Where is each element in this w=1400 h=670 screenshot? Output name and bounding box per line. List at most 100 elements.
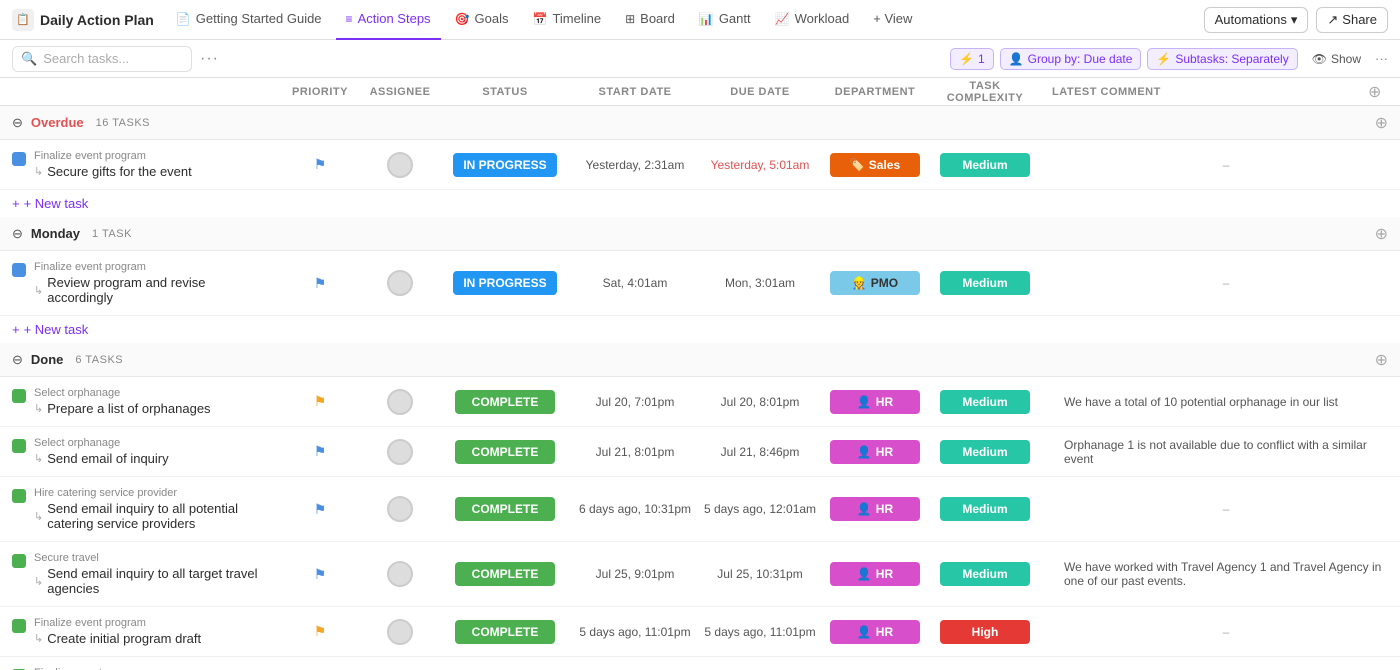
table-row: Finalize event program ↳ Coordinate perf… [0,657,1400,670]
task-status[interactable]: COMPLETE [440,562,570,586]
toolbar-more-icon[interactable]: ··· [200,50,219,68]
tab-workload[interactable]: 📈 Workload [765,0,860,40]
task-checkbox[interactable] [12,489,26,503]
section-toggle-monday[interactable]: ⊖ [12,226,23,242]
section-add-overdue[interactable]: ⊕ [1375,113,1388,133]
section-add-done[interactable]: ⊕ [1375,350,1388,370]
new-task-monday[interactable]: + + New task [0,316,1400,343]
comment-text: – [1052,625,1400,639]
due-date-text: Mon, 3:01am [725,276,795,290]
task-status[interactable]: COMPLETE [440,620,570,644]
col-header-priority: Priority [280,86,360,98]
table-row: Select orphanage ↳ Send email of inquiry… [0,427,1400,477]
col-header-latest-comment: Latest Comment [1040,86,1368,98]
task-checkbox[interactable] [12,439,26,453]
priority-flag-icon: ⚑ [314,443,327,460]
tab-getting-started[interactable]: 📄 Getting Started Guide [166,0,332,40]
section-toggle-overdue[interactable]: ⊖ [12,115,23,131]
section-title-monday: Monday [31,226,80,241]
task-parent-label: Finalize event program [34,617,268,629]
col-header-start-date: Start Date [570,86,700,98]
automations-button[interactable]: Automations ▾ [1204,7,1309,33]
tab-action-steps[interactable]: ≡ Action Steps [336,0,441,40]
task-due-date: Jul 25, 10:31pm [700,567,820,581]
toolbar-end-more-icon[interactable]: ··· [1375,51,1388,66]
section-toggle-done[interactable]: ⊖ [12,352,23,368]
task-status[interactable]: COMPLETE [440,440,570,464]
task-status[interactable]: IN PROGRESS [440,271,570,295]
department-badge: 👷 PMO [830,271,920,295]
eye-icon: 👁 [1312,52,1327,66]
task-checkbox[interactable] [12,389,26,403]
task-priority: ⚑ [280,393,360,410]
task-assignee [360,270,440,296]
task-checkbox[interactable] [12,554,26,568]
task-priority: ⚑ [280,156,360,173]
task-status[interactable]: IN PROGRESS [440,153,570,177]
task-text: Select orphanage ↳ Prepare a list of orp… [34,387,268,416]
task-comment: Orphanage 1 is not available due to conf… [1040,438,1400,466]
search-box[interactable]: 🔍 Search tasks... [12,46,192,72]
task-complexity: Medium [930,153,1040,177]
task-left: Finalize event program ↳ Coordinate perf… [0,661,280,670]
priority-flag-icon: ⚑ [314,623,327,640]
priority-flag-icon: ⚑ [314,275,327,292]
share-button[interactable]: ↗ Share [1316,7,1388,33]
task-checkbox[interactable] [12,152,26,166]
tab-goals[interactable]: 🎯 Goals [445,0,519,40]
task-checkbox[interactable] [12,619,26,633]
task-start-date: Jul 20, 7:01pm [570,395,700,409]
complexity-badge: Medium [940,440,1030,464]
tab-gantt[interactable]: 📊 Gantt [689,0,761,40]
avatar [387,439,413,465]
add-column-icon[interactable]: ⊕ [1368,84,1381,101]
tab-timeline[interactable]: 📅 Timeline [522,0,611,40]
board-icon: ⊞ [625,12,635,26]
task-comment: We have a total of 10 potential orphanag… [1040,395,1400,409]
filter-icon: ⚡ [959,52,974,66]
share-label: Share [1342,12,1377,27]
top-nav: 📋 Daily Action Plan 📄 Getting Started Gu… [0,0,1400,40]
status-badge: COMPLETE [455,390,555,414]
tab-getting-started-label: Getting Started Guide [196,11,322,26]
task-assignee [360,496,440,522]
task-department: 👤 HR [820,390,930,414]
col-header-assignee: Assignee [360,86,440,98]
group-by-button[interactable]: 👤 Group by: Due date [1000,48,1142,70]
task-text: Finalize event program ↳ Review program … [34,261,268,305]
section-add-monday[interactable]: ⊕ [1375,224,1388,244]
task-checkbox[interactable] [12,263,26,277]
task-start-date: Yesterday, 2:31am [570,158,700,172]
col-header-task-complexity: Task Complexity [930,80,1040,104]
search-placeholder: Search tasks... [43,51,129,66]
task-due-date: Jul 20, 8:01pm [700,395,820,409]
status-badge: COMPLETE [455,620,555,644]
subtask-icon: ↳ [34,632,43,645]
tab-board[interactable]: ⊞ Board [615,0,685,40]
task-priority: ⚑ [280,275,360,292]
task-left: Secure travel ↳ Send email inquiry to al… [0,546,280,602]
avatar [387,152,413,178]
show-label: Show [1331,52,1361,66]
group-icon: 👤 [1009,52,1024,66]
task-columns: ⚑ IN PROGRESS Sat, 4:01am Mon, 3:01am 👷 [280,270,1400,296]
tab-add-view-label: + View [873,11,912,26]
priority-flag-icon: ⚑ [314,156,327,173]
task-status[interactable]: COMPLETE [440,497,570,521]
filter-button[interactable]: ⚡ 1 [950,48,994,70]
dept-icon: 👷 [852,276,867,290]
department-badge: 👤 HR [830,390,920,414]
task-status[interactable]: COMPLETE [440,390,570,414]
new-task-overdue[interactable]: + + New task [0,190,1400,217]
section-header-done: ⊖ Done 6 TASKS ⊕ [0,343,1400,377]
show-button[interactable]: 👁 Show [1304,49,1369,69]
task-complexity: Medium [930,390,1040,414]
department-badge: 👤 HR [830,440,920,464]
subtasks-button[interactable]: ⚡ Subtasks: Separately [1147,48,1297,70]
tab-add-view[interactable]: + View [863,0,922,40]
task-columns: ⚑ COMPLETE Jul 20, 7:01pm Jul 20, 8:01pm… [280,389,1400,415]
task-comment: – [1040,625,1400,639]
subtask-icon: ↳ [34,284,43,297]
task-assignee [360,389,440,415]
table-row: Hire catering service provider ↳ Send em… [0,477,1400,542]
